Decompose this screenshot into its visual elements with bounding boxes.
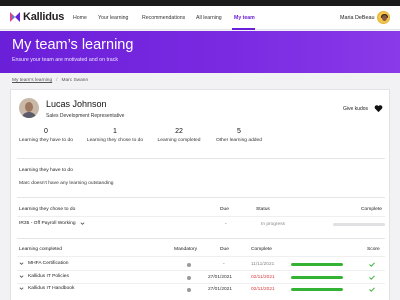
user-avatar[interactable] [377, 11, 390, 24]
status-value: In progress [261, 222, 285, 227]
chevron-down-icon[interactable] [19, 274, 24, 279]
stat-value: 5 [237, 128, 241, 135]
divider [17, 158, 385, 159]
divider [17, 197, 385, 198]
due-value: - [225, 222, 227, 227]
row-separator [17, 283, 385, 284]
nav-my-team[interactable]: My team [234, 15, 255, 21]
chevron-down-icon[interactable] [19, 261, 24, 266]
nav-home[interactable]: Home [73, 15, 87, 21]
course-name: IR35 - Off Payroll Working [19, 221, 76, 226]
course-name: Kallidus IT Policies [28, 274, 69, 279]
brand-name: Kallidus [23, 11, 65, 23]
col-score: Score [367, 247, 380, 252]
progress-fill [291, 276, 343, 279]
mandatory-indicator [187, 262, 191, 267]
col-due: Due [220, 247, 229, 252]
check-icon [369, 286, 375, 292]
complete-date: 02/11/2021 [251, 287, 275, 292]
nav-your-learning[interactable]: Your learning [98, 15, 128, 21]
kallidus-logo-icon [10, 12, 20, 22]
row-separator [17, 216, 385, 217]
breadcrumb: My team's learning / Marc Swann [12, 78, 88, 83]
check-icon [369, 261, 375, 267]
completed-title: Learning completed [19, 247, 62, 252]
due-value: - [223, 262, 225, 267]
learner-avatar [19, 98, 39, 118]
have-to-do-empty: Marc doesn't have any learning outstandi… [19, 181, 114, 186]
progress-fill [291, 288, 343, 291]
page-subtitle: Ensure your team are motivated and on tr… [12, 57, 118, 63]
row-separator [17, 270, 385, 271]
stat-have-to-do: 0 Learning they have to do [11, 128, 81, 143]
page-title: My team’s learning [12, 37, 134, 53]
col-due: Due [220, 207, 229, 212]
mandatory-indicator [187, 287, 191, 292]
chevron-down-icon[interactable] [80, 221, 85, 226]
breadcrumb-current: Marc Swann [61, 78, 89, 83]
learner-name: Lucas Johnson [46, 99, 107, 109]
mandatory-indicator [187, 275, 191, 280]
col-status: Status [256, 207, 270, 212]
progress-bar [291, 276, 343, 279]
active-tab-indicator [232, 28, 255, 30]
breadcrumb-parent-link[interactable]: My team's learning [12, 78, 52, 83]
app-logo[interactable]: Kallidus [9, 11, 64, 23]
chose-row-ir35[interactable]: IR35 - Off Payroll Working [19, 221, 85, 226]
heart-icon[interactable] [374, 104, 383, 113]
breadcrumb-separator: / [56, 78, 58, 83]
row-separator [17, 256, 385, 257]
stat-chose-to-do: 1 Learning they chose to do [80, 128, 150, 143]
give-kudos-button[interactable]: Give kudos [343, 106, 368, 112]
user-name[interactable]: Maria DeBeau [340, 15, 374, 21]
progress-bar [291, 263, 343, 266]
col-mandatory: Mandatory [174, 247, 198, 252]
top-navigation: Kallidus Home Your learning Recommendati… [0, 6, 400, 30]
course-name: MHFA Certification [28, 261, 69, 266]
chevron-down-icon[interactable] [19, 286, 24, 291]
stat-other-added: 5 Other learning added [204, 128, 274, 143]
stat-value: 1 [113, 128, 117, 135]
learner-card: Lucas Johnson Sales Development Represen… [10, 89, 390, 300]
have-to-do-title: Learning they have to do [19, 168, 73, 173]
due-value: 27/01/2021 [208, 275, 233, 280]
complete-date: 02/11/2021 [251, 275, 275, 280]
completed-row[interactable]: Kallidus IT Handbook [19, 286, 74, 291]
divider [17, 238, 385, 239]
chose-to-do-title: Learning they chose to do [19, 207, 76, 212]
completed-row[interactable]: Kallidus IT Policies [19, 274, 69, 279]
stat-label: Other learning added [216, 138, 262, 143]
check-icon [369, 274, 375, 280]
col-complete: Complete [251, 247, 272, 252]
col-complete: Complete [361, 207, 382, 212]
progress-fill [291, 263, 343, 266]
stat-label: Learning they have to do [19, 138, 73, 143]
stat-label: Learning they chose to do [86, 138, 144, 143]
course-name: Kallidus IT Handbook [28, 286, 75, 291]
nav-recommendations[interactable]: Recommendations [142, 15, 185, 21]
due-value: 27/01/2021 [208, 287, 233, 292]
progress-bar [333, 223, 385, 226]
page-hero: My team’s learning Ensure your team are … [0, 31, 400, 73]
progress-bar [291, 288, 343, 291]
nav-all-learning[interactable]: All learning [196, 15, 222, 21]
learner-role: Sales Development Representative [46, 113, 125, 119]
completed-row[interactable]: MHFA Certification [19, 261, 69, 266]
complete-date: 11/11/2021 [251, 262, 275, 267]
stat-value: 0 [44, 128, 48, 135]
